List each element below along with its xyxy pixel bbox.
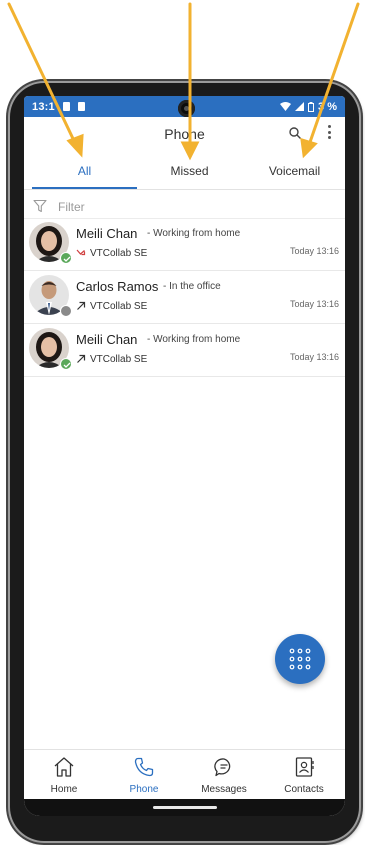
nav-home[interactable]: Home bbox=[24, 750, 104, 800]
filter-placeholder: Filter bbox=[58, 200, 85, 214]
battery-percent: 3 % bbox=[318, 100, 337, 113]
contact-name: Meili Chan bbox=[76, 226, 138, 241]
nav-messages[interactable]: Messages bbox=[184, 750, 264, 800]
account-label: VTCollab SE bbox=[90, 354, 148, 365]
notification-icon bbox=[62, 102, 70, 111]
contact-status: - Working from home bbox=[147, 228, 241, 239]
front-camera bbox=[178, 100, 195, 117]
call-row[interactable]: Meili Chan - Working from home VTCollab … bbox=[24, 324, 345, 377]
filter-field[interactable]: Filter bbox=[24, 194, 345, 219]
contact-name: Carlos Ramos bbox=[76, 279, 159, 294]
home-icon bbox=[54, 757, 74, 777]
active-tab-indicator bbox=[32, 187, 137, 189]
missed-call-icon bbox=[76, 249, 86, 256]
phone-frame: 13:1 3 % Phone All Missed Voicemail Filt… bbox=[10, 83, 359, 841]
dialpad-button[interactable] bbox=[275, 634, 325, 684]
notification-icons bbox=[62, 102, 85, 111]
call-time: Today 13:16 bbox=[289, 352, 339, 362]
call-list: Meili Chan - Working from home VTCollab … bbox=[24, 218, 345, 377]
phone-screen: 13:1 3 % Phone All Missed Voicemail Filt… bbox=[24, 96, 345, 816]
home-indicator[interactable] bbox=[153, 806, 217, 809]
tab-missed[interactable]: Missed bbox=[137, 153, 242, 189]
nav-contacts[interactable]: Contacts bbox=[264, 750, 344, 800]
app-header: Phone bbox=[24, 117, 345, 153]
presence-available-icon bbox=[60, 358, 72, 370]
sim-icon bbox=[77, 102, 85, 111]
call-time: Today 13:16 bbox=[289, 299, 339, 309]
search-icon[interactable] bbox=[289, 127, 301, 139]
system-nav-bar bbox=[24, 799, 345, 816]
contact-status: - Working from home bbox=[147, 334, 241, 345]
call-time: Today 13:16 bbox=[289, 246, 339, 256]
nav-messages-label: Messages bbox=[201, 784, 247, 795]
battery-icon bbox=[308, 101, 315, 112]
nav-home-label: Home bbox=[50, 784, 78, 795]
messages-icon bbox=[214, 758, 231, 777]
status-right: 3 % bbox=[280, 101, 337, 113]
call-row[interactable]: Meili Chan - Working from home VTCollab … bbox=[24, 218, 345, 271]
more-options-icon[interactable] bbox=[328, 125, 332, 139]
bottom-nav: Home Phone Messages Contacts bbox=[24, 749, 345, 800]
signal-icon bbox=[295, 102, 305, 111]
dialpad-icon bbox=[289, 648, 311, 670]
tab-all[interactable]: All bbox=[32, 153, 137, 189]
status-time: 13:1 bbox=[32, 100, 55, 113]
outgoing-call-icon bbox=[77, 301, 86, 310]
account-label: VTCollab SE bbox=[90, 301, 148, 312]
presence-available-icon bbox=[60, 252, 72, 264]
contacts-icon bbox=[295, 757, 314, 777]
contact-status: - In the office bbox=[163, 281, 221, 292]
presence-offline-icon bbox=[60, 305, 72, 317]
nav-phone-label: Phone bbox=[129, 784, 159, 795]
wifi-icon bbox=[280, 102, 292, 111]
outgoing-call-icon bbox=[77, 354, 86, 363]
tab-voicemail[interactable]: Voicemail bbox=[242, 153, 345, 189]
account-label: VTCollab SE bbox=[90, 248, 148, 259]
nav-contacts-label: Contacts bbox=[284, 784, 324, 795]
call-row[interactable]: Carlos Ramos - In the office VTCollab SE… bbox=[24, 271, 345, 324]
filter-icon bbox=[33, 199, 47, 213]
nav-phone[interactable]: Phone bbox=[104, 750, 184, 800]
call-tabs: All Missed Voicemail bbox=[24, 153, 345, 190]
phone-icon bbox=[134, 757, 154, 777]
contact-name: Meili Chan bbox=[76, 332, 138, 347]
